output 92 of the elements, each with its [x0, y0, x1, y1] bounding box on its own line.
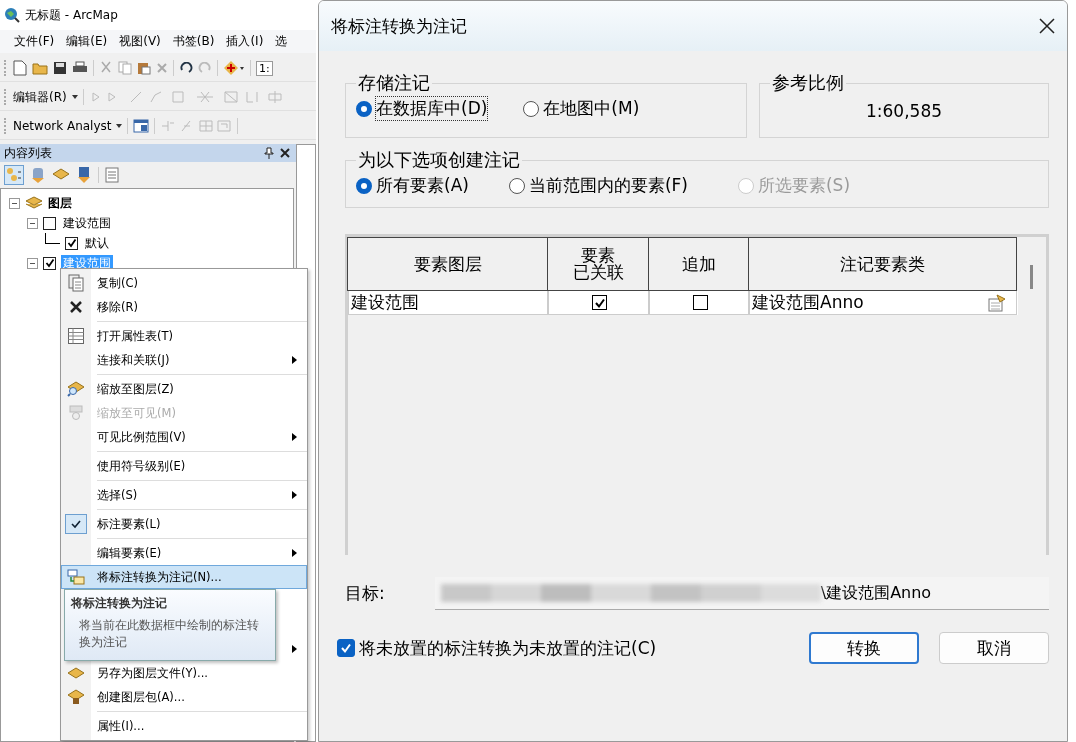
group-title: 参考比例 [771, 71, 845, 95]
radio-button[interactable] [356, 177, 372, 194]
menu-item[interactable]: 打开属性表(T) [61, 324, 307, 348]
editor-menu[interactable]: 编辑器(R) [13, 88, 67, 106]
table-icon [68, 328, 84, 344]
scale-field[interactable]: 1: [256, 60, 273, 76]
radio-label[interactable]: 当前范围内的要素(F) [528, 174, 688, 197]
column-header: 追加 [681, 255, 716, 273]
properties-icon[interactable] [988, 293, 1006, 312]
table-cell: 建设范围Anno [752, 291, 864, 314]
menu-item[interactable]: 移除(R) [61, 295, 307, 319]
close-icon[interactable] [1039, 18, 1055, 34]
remove-icon [70, 301, 82, 313]
menu-item[interactable]: 使用符号级别(E) [61, 454, 307, 478]
globe-icon [4, 7, 20, 23]
menu-item[interactable]: 书签(B) [172, 33, 215, 50]
zoom-to-layer-icon [67, 381, 85, 397]
close-icon[interactable] [280, 148, 290, 158]
panel-title: 内容列表 [4, 144, 52, 162]
source-icon[interactable] [76, 166, 92, 184]
paste-icon[interactable] [137, 61, 151, 75]
menu-item[interactable]: 编辑要素(E) [61, 541, 307, 565]
dialog-button[interactable]: 取消 [939, 632, 1049, 664]
radio-label[interactable]: 在地图中(M) [543, 97, 640, 120]
collapse-icon[interactable] [27, 217, 38, 229]
menu-item[interactable]: 创建图层包(A)... [61, 685, 307, 709]
check-icon [340, 642, 352, 654]
radio-button[interactable] [356, 100, 372, 117]
menu-item[interactable]: 连接和关联(J) [61, 348, 307, 372]
tooltip-title: 将标注转换为注记 [71, 596, 168, 611]
window-icon[interactable] [133, 119, 150, 133]
menu-item[interactable]: 缩放至图层(Z) [61, 377, 307, 401]
target-field[interactable]: \建设范围Anno [434, 577, 1049, 610]
radio-label[interactable]: 所有要素(A) [376, 174, 469, 197]
column-header: 注记要素类 [840, 255, 925, 273]
menu-item[interactable]: 标注要素(L) [61, 512, 307, 536]
new-file-icon[interactable] [13, 60, 27, 76]
folder-icon[interactable] [32, 61, 48, 75]
checkbox[interactable] [337, 639, 355, 657]
dialog-title: 将标注转换为注记 [331, 14, 467, 38]
undo-icon[interactable] [179, 62, 193, 74]
checkbox[interactable] [692, 295, 708, 310]
tooltip-text: 将当前在此数据框中绘制的标注转换为注记 [78, 617, 260, 652]
radio-button[interactable] [508, 177, 525, 194]
radio-label[interactable]: 在数据库中(D) [376, 97, 488, 120]
menu-item[interactable]: 属性(I)... [61, 714, 307, 738]
radio-button[interactable] [523, 100, 540, 117]
collapse-icon[interactable] [9, 197, 20, 209]
target-path: \建设范围Anno [820, 582, 932, 604]
menu-item[interactable]: 可见比例范围(V) [61, 425, 307, 449]
menu-item[interactable]: 将标注转换为注记(N)... [61, 565, 307, 589]
add-data-icon[interactable] [223, 61, 245, 75]
menu-item[interactable]: 选 [275, 33, 288, 50]
caret-icon [71, 95, 78, 99]
checkbox-label[interactable]: 将未放置的标注转换为未放置的注记(C) [359, 636, 657, 660]
checkbox[interactable] [43, 256, 56, 270]
menu-item[interactable]: 复制(C) [61, 271, 307, 295]
caret-icon [116, 124, 123, 128]
zoom-visible-icon [67, 405, 85, 421]
list-by-drawing-order-icon[interactable] [4, 165, 24, 185]
menu-item[interactable]: 另存为图层文件(Y)... [61, 661, 307, 685]
table-cell: 建设范围 [348, 291, 548, 315]
save-icon[interactable] [53, 61, 67, 75]
convert-label-icon [67, 569, 85, 585]
field-label: 目标: [345, 582, 385, 605]
tree-item[interactable]: 图层 [48, 194, 72, 212]
scroll-thumb[interactable] [1030, 265, 1033, 289]
scale-value: 1:60,585 [865, 100, 943, 123]
layer-file-icon [67, 667, 85, 679]
dialog-button[interactable]: 转换 [809, 632, 919, 664]
tree-item[interactable]: 建设范围 [61, 214, 113, 232]
menu-item[interactable]: 视图(V) [119, 33, 161, 50]
pin-icon[interactable] [264, 147, 274, 159]
tree-item[interactable]: 默认 [83, 234, 111, 252]
menu-item[interactable]: 插入(I) [226, 33, 264, 50]
column-header: 要素图层 [413, 255, 482, 273]
checkbox[interactable] [65, 236, 78, 250]
group-title: 存储注记 [357, 71, 431, 95]
copy-icon [68, 274, 84, 292]
column-header: 要素已关联 [572, 247, 624, 281]
window-title: 无标题 - ArcMap [25, 6, 118, 24]
collapse-icon[interactable] [27, 257, 38, 269]
checkbox[interactable] [43, 216, 56, 230]
checkbox[interactable] [592, 295, 607, 310]
layer-package-icon [67, 689, 85, 705]
layers-icon [25, 196, 43, 210]
menu-item[interactable]: 编辑(E) [66, 33, 108, 50]
menu-item[interactable]: 选择(S) [61, 483, 307, 507]
printer-icon[interactable] [72, 61, 88, 75]
group-title: 为以下选项创建注记 [357, 148, 521, 172]
network-analyst-menu[interactable]: Network Analyst [13, 119, 112, 133]
menu-item[interactable]: 文件(F) [14, 33, 55, 50]
